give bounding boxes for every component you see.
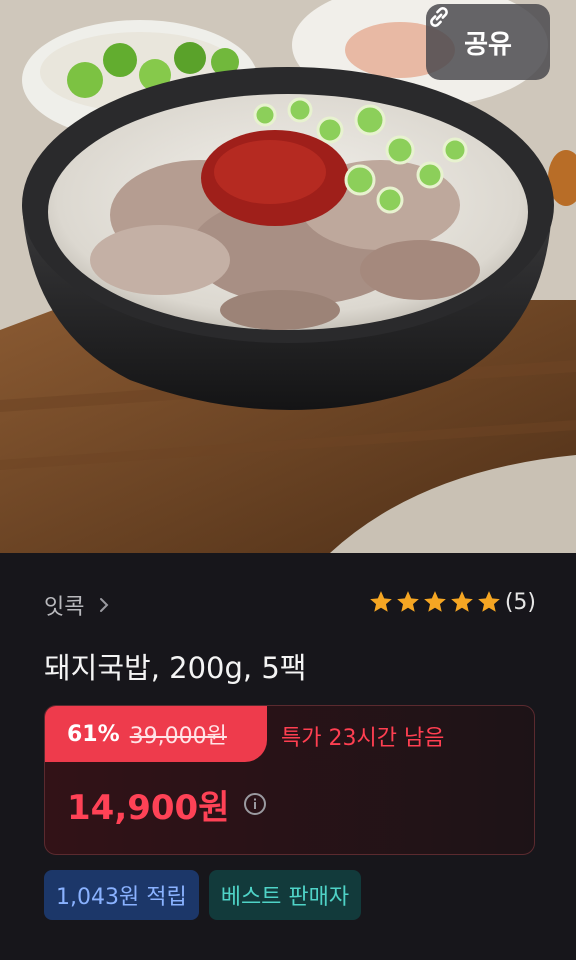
rating[interactable]: (5) bbox=[368, 589, 536, 615]
seller-name: 잇콕 bbox=[44, 595, 85, 620]
product-title: 돼지국밥, 200g, 5팩 bbox=[44, 651, 307, 685]
review-count: (5) bbox=[504, 589, 536, 615]
product-image[interactable]: 공유 bbox=[0, 0, 576, 553]
original-price: 39,000원 bbox=[129, 724, 227, 749]
deal-timer: 특가 23시간 남음 bbox=[281, 726, 445, 751]
star-icon bbox=[369, 591, 392, 612]
deal-box: 61% 39,000원 특가 23시간 남음 14,900원 bbox=[44, 705, 535, 855]
chevron-right-icon bbox=[100, 598, 109, 612]
points-badge: 1,043원 적립 bbox=[44, 870, 199, 920]
info-icon[interactable] bbox=[243, 792, 267, 816]
badge-row: 1,043원 적립 베스트 판매자 bbox=[44, 870, 362, 920]
gukbap-photo bbox=[0, 0, 576, 553]
product-info-panel: 잇콕 (5) 돼지국밥, 200g, 5팩 61% 39,000원 특가 23시… bbox=[0, 553, 576, 960]
sale-price: 14,900원 bbox=[67, 788, 230, 828]
seller-link[interactable]: 잇콕 bbox=[44, 589, 110, 621]
star-icon bbox=[450, 591, 473, 612]
star-icon bbox=[477, 591, 500, 612]
discount-tab: 61% 39,000원 bbox=[45, 706, 267, 762]
best-seller-badge: 베스트 판매자 bbox=[208, 870, 362, 920]
star-icon bbox=[423, 591, 446, 612]
share-button[interactable]: 공유 bbox=[426, 4, 550, 80]
share-label: 공유 bbox=[464, 29, 512, 60]
discount-rate: 61% bbox=[67, 721, 120, 747]
star-icon bbox=[396, 591, 419, 612]
link-icon bbox=[430, 7, 448, 27]
